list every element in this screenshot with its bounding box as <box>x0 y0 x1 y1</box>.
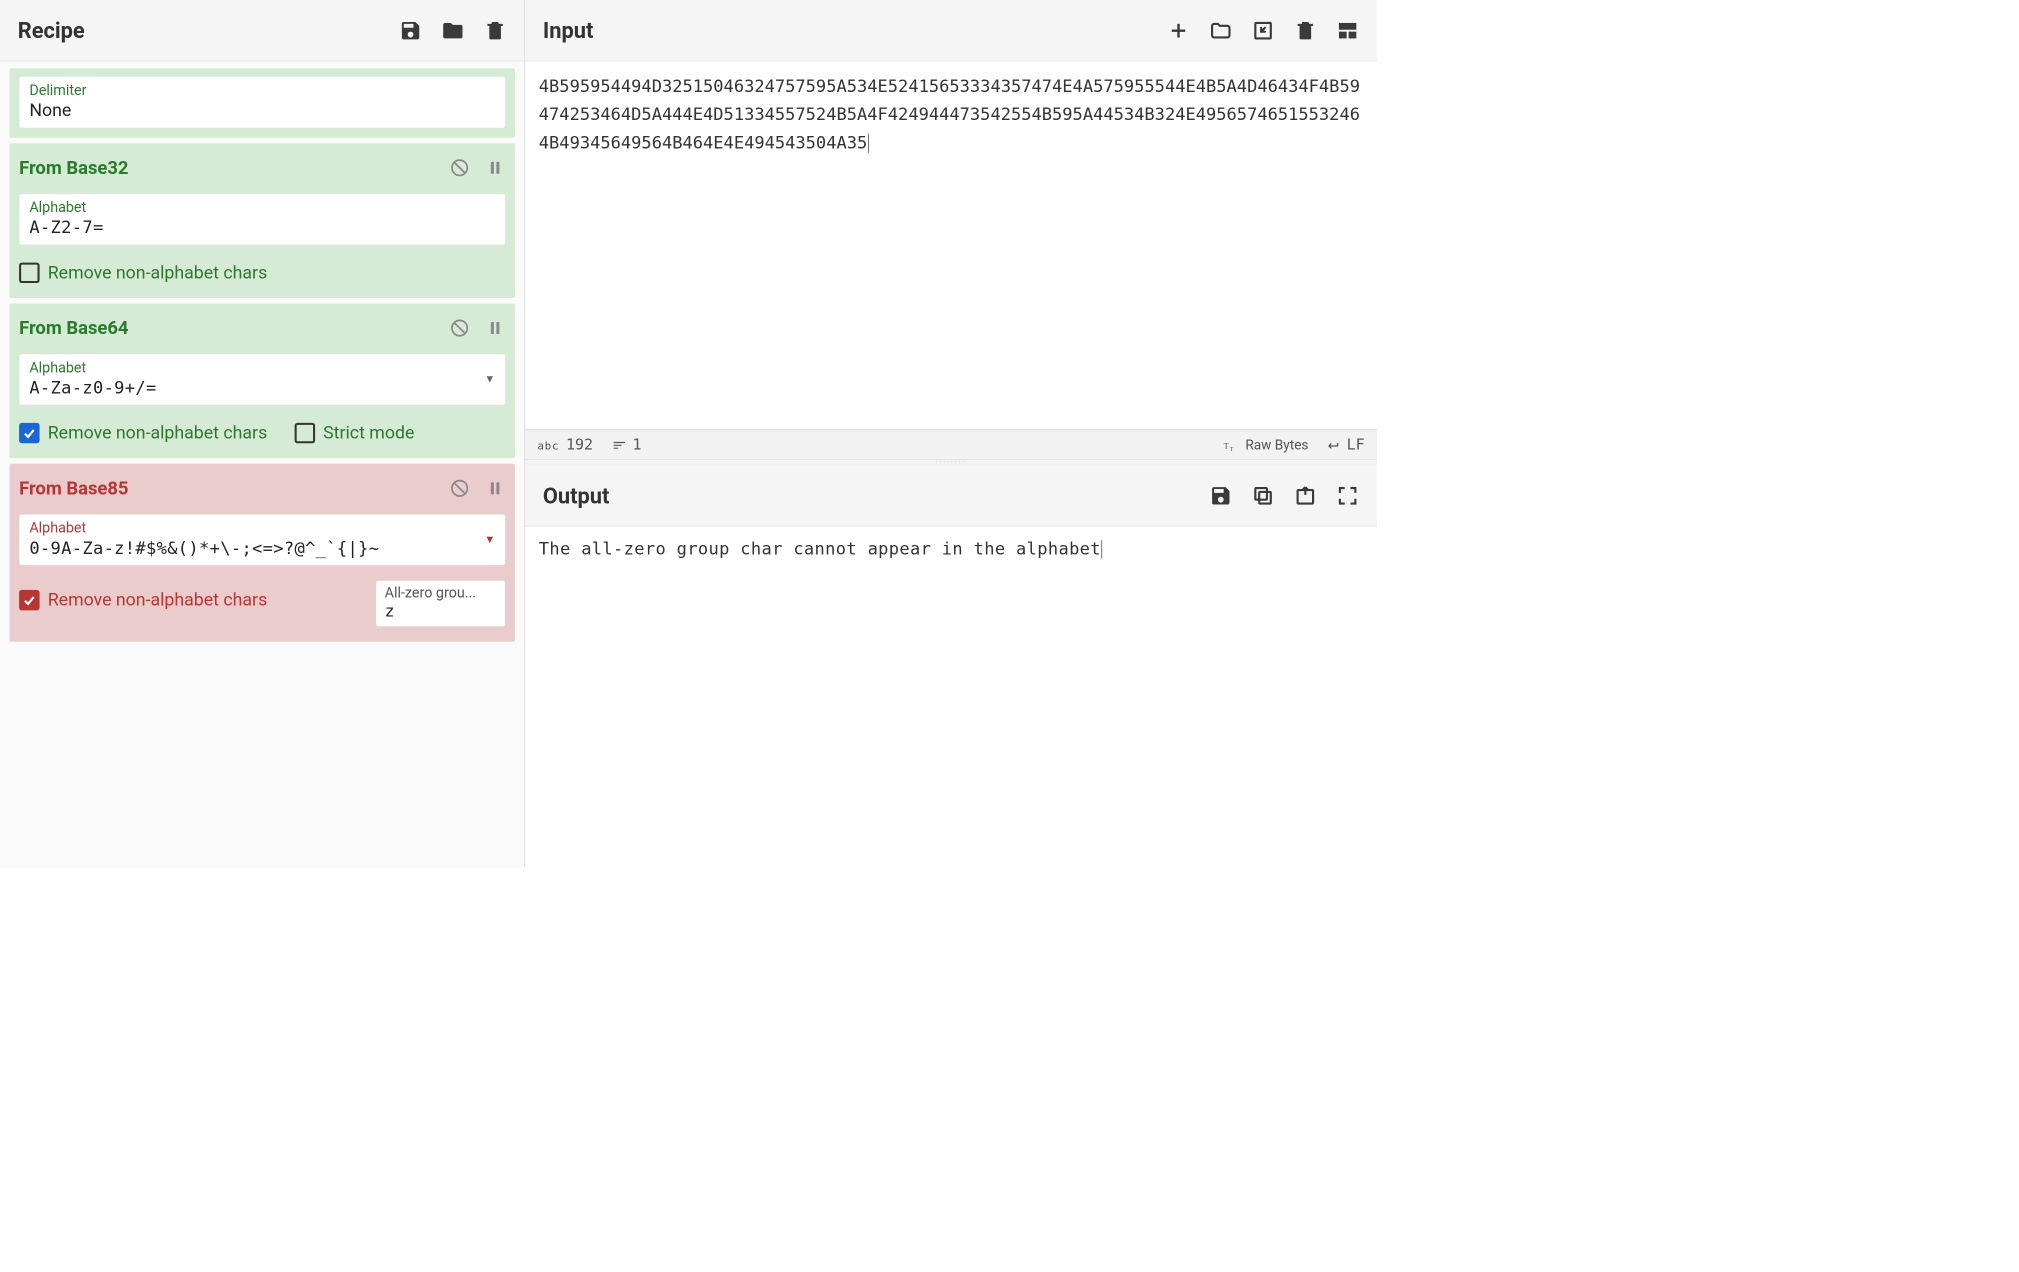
open-file-icon[interactable] <box>1251 19 1274 42</box>
recipe-body: Delimiter None From Base32 Alphabet A-Z2… <box>0 61 524 867</box>
disable-icon[interactable] <box>449 478 469 498</box>
save-output-icon[interactable] <box>1209 484 1232 507</box>
remove-non-alphabet-checkbox[interactable]: Remove non-alphabet chars <box>19 590 267 610</box>
open-folder-icon[interactable] <box>1209 19 1232 42</box>
operation-from-base32[interactable]: From Base32 Alphabet A-Z2-7= Remove non-… <box>10 143 515 298</box>
input-text: 4B595954494D32515046324757595A534E524156… <box>539 76 1360 152</box>
checkbox-box <box>295 423 315 443</box>
svg-text:T: T <box>1230 447 1234 452</box>
alphabet-value: A-Z2-7= <box>29 218 495 238</box>
pause-icon[interactable] <box>485 158 505 178</box>
disable-icon[interactable] <box>449 318 469 338</box>
checkbox-box <box>19 590 39 610</box>
text-cursor <box>868 134 869 153</box>
chevron-down-icon[interactable]: ▼ <box>484 372 495 386</box>
recipe-title: Recipe <box>18 17 85 43</box>
input-header: Input <box>525 0 1377 61</box>
all-zero-group-field[interactable]: All-zero grou... z <box>376 580 506 626</box>
output-textarea[interactable]: The all-zero group char cannot appear in… <box>525 527 1377 868</box>
folder-icon[interactable] <box>441 19 464 42</box>
reset-layout-icon[interactable] <box>1336 19 1359 42</box>
input-textarea[interactable]: 4B595954494D32515046324757595A534E524156… <box>525 61 1377 429</box>
pause-icon[interactable] <box>485 318 505 338</box>
io-panel: Input 4B595954494D32515046324757595A534E… <box>525 0 1377 868</box>
strict-mode-checkbox[interactable]: Strict mode <box>295 423 415 443</box>
all-zero-group-label: All-zero grou... <box>385 585 497 601</box>
delimiter-label: Delimiter <box>29 83 495 99</box>
save-icon[interactable] <box>399 19 422 42</box>
alphabet-field[interactable]: Alphabet A-Z2-7= <box>19 194 505 245</box>
maximize-output-icon[interactable] <box>1336 484 1359 507</box>
add-tab-icon[interactable] <box>1167 19 1190 42</box>
alphabet-label: Alphabet <box>29 520 379 536</box>
alphabet-label: Alphabet <box>29 360 156 376</box>
line-count: 1 <box>612 436 641 453</box>
text-cursor <box>1102 540 1103 559</box>
recipe-header-icons <box>399 19 507 42</box>
checkbox-label: Remove non-alphabet chars <box>48 263 267 283</box>
checkbox-label: Strict mode <box>323 423 414 443</box>
alphabet-label: Alphabet <box>29 200 495 216</box>
input-title: Input <box>543 17 593 43</box>
alphabet-field[interactable]: Alphabet 0-9A-Za-z!#$%&()*+\-;<=>?@^_`{|… <box>19 514 505 565</box>
operation-partial: Delimiter None <box>10 68 515 138</box>
operation-title: From Base32 <box>19 157 128 179</box>
svg-text:T: T <box>1224 440 1230 450</box>
checkbox-label: Remove non-alphabet chars <box>48 590 267 610</box>
alphabet-value: A-Za-z0-9+/= <box>29 378 156 398</box>
eol-selector[interactable]: LF <box>1325 436 1365 453</box>
copy-output-icon[interactable] <box>1251 484 1274 507</box>
pause-icon[interactable] <box>485 478 505 498</box>
remove-non-alphabet-checkbox[interactable]: Remove non-alphabet chars <box>19 423 267 443</box>
chevron-down-icon[interactable]: ▼ <box>484 532 495 546</box>
operation-title: From Base64 <box>19 317 128 339</box>
checkbox-box <box>19 423 39 443</box>
operation-title: From Base85 <box>19 477 128 499</box>
remove-non-alphabet-checkbox[interactable]: Remove non-alphabet chars <box>19 263 267 283</box>
move-to-input-icon[interactable] <box>1294 484 1317 507</box>
checkbox-label: Remove non-alphabet chars <box>48 423 267 443</box>
disable-icon[interactable] <box>449 158 469 178</box>
clear-input-icon[interactable] <box>1294 19 1317 42</box>
char-count: abc 192 <box>537 436 593 453</box>
checkbox-box <box>19 263 39 283</box>
operation-from-base85[interactable]: From Base85 Alphabet 0-9A-Za-z!#$%&()*+\… <box>10 464 515 642</box>
encoding-selector[interactable]: TT Raw Bytes <box>1224 436 1309 452</box>
recipe-header: Recipe <box>0 0 524 61</box>
alphabet-field[interactable]: Alphabet A-Za-z0-9+/= ▼ <box>19 354 505 405</box>
output-text: The all-zero group char cannot appear in… <box>539 539 1101 559</box>
operation-from-base64[interactable]: From Base64 Alphabet A-Za-z0-9+/= ▼ Remo… <box>10 303 515 458</box>
delimiter-field[interactable]: Delimiter None <box>19 76 505 128</box>
trash-icon[interactable] <box>484 19 507 42</box>
all-zero-group-value: z <box>385 602 497 621</box>
recipe-panel: Recipe Delimiter None From Base32 <box>0 0 525 868</box>
output-header: Output <box>525 465 1377 526</box>
alphabet-value: 0-9A-Za-z!#$%&()*+\-;<=>?@^_`{|}~ <box>29 538 379 558</box>
delimiter-value: None <box>29 100 495 120</box>
output-title: Output <box>543 483 610 509</box>
input-status-bar: abc 192 1 TT Raw Bytes LF <box>525 430 1377 460</box>
